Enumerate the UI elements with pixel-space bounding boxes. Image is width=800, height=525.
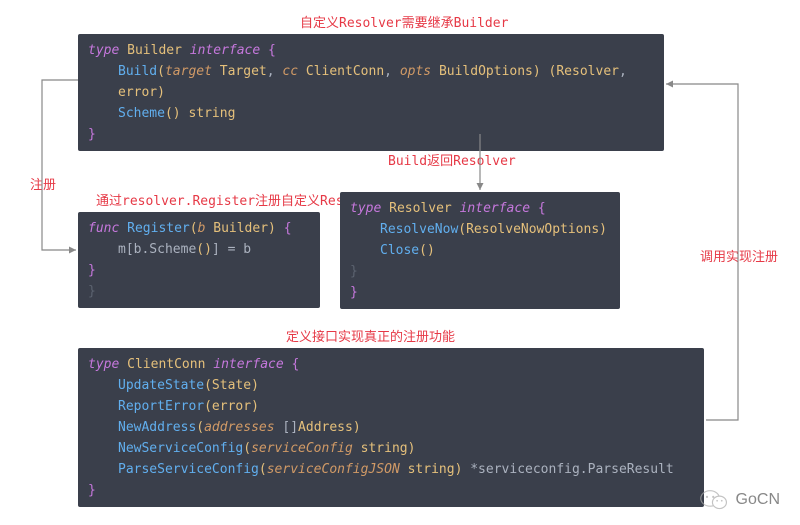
code-line: m[b.Scheme()] = b — [88, 239, 310, 260]
code-line: } — [88, 480, 694, 501]
watermark-label: GoCN — [736, 491, 780, 509]
code-line: type Resolver interface { — [350, 198, 610, 219]
code-line: Close() — [350, 240, 610, 261]
code-line: } — [350, 261, 610, 282]
annotation-top: 自定义Resolver需要继承Builder — [300, 12, 508, 31]
code-line: ReportError(error) — [88, 396, 694, 417]
code-line: type ClientConn interface { — [88, 354, 694, 375]
annotation-define-interface: 定义接口实现真正的注册功能 — [286, 326, 455, 345]
code-clientconn: type ClientConn interface { UpdateState(… — [78, 348, 704, 507]
arrow-register — [42, 80, 78, 250]
code-line: NewServiceConfig(serviceConfig string) — [88, 438, 694, 459]
annotation-right-call: 调用实现注册 — [700, 246, 778, 265]
code-line: } — [88, 281, 310, 302]
annotation-register-left: 注册 — [30, 174, 56, 193]
code-line: } — [88, 124, 654, 145]
code-line: } — [88, 260, 310, 281]
annotation-build-return: Build返回Resolver — [388, 150, 516, 169]
wechat-icon — [700, 489, 728, 511]
code-line: type Builder interface { — [88, 40, 654, 61]
code-line: NewAddress(addresses []Address) — [88, 417, 694, 438]
code-register: func Register(b Builder) { m[b.Scheme()]… — [78, 212, 320, 308]
code-line: } — [350, 282, 610, 303]
watermark: GoCN — [700, 489, 780, 511]
code-resolver: type Resolver interface { ResolveNow(Res… — [340, 192, 620, 309]
code-line: func Register(b Builder) { — [88, 218, 310, 239]
code-builder: type Builder interface { Build(target Ta… — [78, 34, 664, 151]
code-line: ParseServiceConfig(serviceConfigJSON str… — [88, 459, 694, 480]
code-line: Build(target Target, cc ClientConn, opts… — [88, 61, 654, 103]
code-line: Scheme() string — [88, 103, 654, 124]
code-line: UpdateState(State) — [88, 375, 694, 396]
code-line: ResolveNow(ResolveNowOptions) — [350, 219, 610, 240]
